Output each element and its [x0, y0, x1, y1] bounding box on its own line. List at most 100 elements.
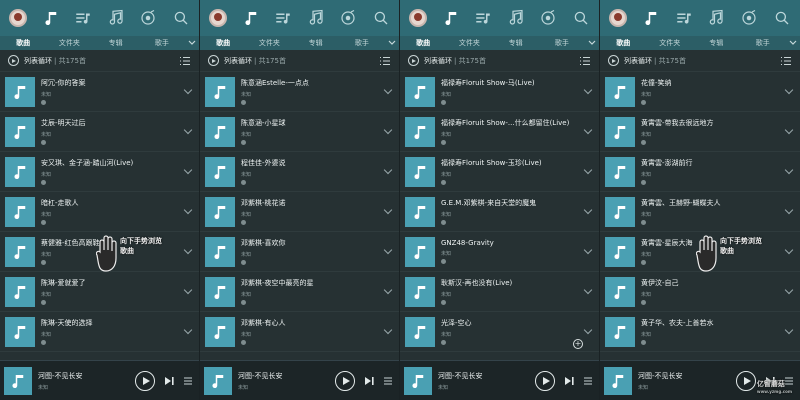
avatar[interactable] — [408, 8, 428, 28]
next-icon[interactable] — [163, 375, 175, 387]
tab-songs[interactable]: 歌曲 — [400, 38, 446, 48]
avatar[interactable] — [208, 8, 228, 28]
chevron-down-icon[interactable] — [585, 40, 599, 46]
music-note-icon[interactable] — [641, 8, 661, 28]
song-row[interactable]: 黄霄雲-带我去很远地方 未知 — [600, 112, 800, 152]
now-playing-cover[interactable] — [204, 366, 232, 395]
song-more-button[interactable] — [784, 325, 794, 337]
song-more-button[interactable] — [183, 325, 193, 337]
music-note-icon[interactable] — [41, 8, 61, 28]
radio-icon[interactable] — [739, 8, 759, 28]
next-icon[interactable] — [363, 375, 375, 387]
chevron-down-icon[interactable] — [786, 40, 800, 46]
tab-folders[interactable]: 文件夹 — [446, 38, 492, 48]
play-all-icon[interactable] — [208, 55, 219, 66]
song-more-button[interactable] — [383, 325, 393, 337]
radio-icon[interactable] — [538, 8, 558, 28]
song-list[interactable]: 福禄寿Floruit Show-马(Live) 未知 福禄寿Floruit Sh… — [400, 72, 599, 360]
song-more-button[interactable] — [183, 205, 193, 217]
song-row[interactable]: 邓紫棋-夜空中最亮的星 未知 — [200, 272, 399, 312]
multi-select-icon[interactable] — [579, 56, 591, 66]
song-row[interactable]: 光泽-空心 未知 — [400, 312, 599, 352]
dj-icon[interactable] — [706, 8, 726, 28]
play-button[interactable] — [535, 370, 555, 391]
song-row[interactable]: 艾辰-明天过后 未知 — [0, 112, 199, 152]
mini-player[interactable]: 河图-不见长安 未知 — [200, 360, 399, 400]
play-mode-label[interactable]: 列表循环 — [24, 56, 52, 66]
dj-icon[interactable] — [306, 8, 326, 28]
tab-artists[interactable]: 歌手 — [139, 38, 185, 48]
play-button[interactable] — [736, 370, 756, 391]
play-button[interactable] — [335, 370, 355, 391]
multi-select-icon[interactable] — [179, 56, 191, 66]
play-mode-label[interactable]: 列表循环 — [424, 56, 452, 66]
song-more-button[interactable] — [183, 125, 193, 137]
search-icon[interactable] — [571, 8, 591, 28]
multi-select-icon[interactable] — [780, 56, 792, 66]
now-playing-cover[interactable] — [604, 366, 632, 395]
song-row[interactable]: 陈琳-爱就爱了 未知 — [0, 272, 199, 312]
song-more-button[interactable] — [784, 205, 794, 217]
song-more-button[interactable] — [583, 205, 593, 217]
song-more-button[interactable] — [583, 85, 593, 97]
playlist-icon[interactable] — [674, 8, 694, 28]
tab-songs[interactable]: 歌曲 — [600, 38, 647, 48]
dj-icon[interactable] — [106, 8, 126, 28]
song-more-button[interactable] — [583, 125, 593, 137]
song-row[interactable]: 黄伊汶-自己 未知 — [600, 272, 800, 312]
song-more-button[interactable] — [183, 85, 193, 97]
song-row[interactable]: 耿斯汉-再也没有(Live) 未知 — [400, 272, 599, 312]
song-more-button[interactable] — [583, 165, 593, 177]
song-more-button[interactable] — [583, 325, 593, 337]
search-icon[interactable] — [371, 8, 391, 28]
song-row[interactable]: 陈琳-天使的选择 未知 — [0, 312, 199, 352]
tab-songs[interactable]: 歌曲 — [200, 38, 246, 48]
tab-artists[interactable]: 歌手 — [339, 38, 385, 48]
song-list[interactable]: 花僮-笑纳 未知 黄霄雲-带我去很远地方 未知 黄霄雲-澎湖前行 未知 黄霄雲、… — [600, 72, 800, 360]
song-more-button[interactable] — [784, 285, 794, 297]
queue-icon[interactable] — [383, 376, 393, 386]
song-row[interactable]: 安又琪、金子涵-踏山河(Live) 未知 — [0, 152, 199, 192]
now-playing-info[interactable]: 河图-不见长安 未知 — [38, 371, 135, 391]
song-row[interactable]: 陈意涵Estelle-一点点 未知 — [200, 72, 399, 112]
tab-artists[interactable]: 歌手 — [740, 38, 787, 48]
song-row[interactable]: 程佳佳-外婆说 未知 — [200, 152, 399, 192]
avatar[interactable] — [608, 8, 628, 28]
now-playing-info[interactable]: 河图-不见长安 未知 — [238, 371, 335, 391]
song-row[interactable]: G.E.M.邓紫棋-来自天堂的魔鬼 未知 — [400, 192, 599, 232]
play-mode-label[interactable]: 列表循环 — [624, 56, 652, 66]
song-more-button[interactable] — [383, 165, 393, 177]
tab-artists[interactable]: 歌手 — [539, 38, 585, 48]
song-list[interactable]: 陈意涵Estelle-一点点 未知 陈意涵-小星球 未知 程佳佳-外婆说 未知 — [200, 72, 399, 360]
song-more-button[interactable] — [784, 85, 794, 97]
song-row[interactable]: 黄霄雲-星辰大海 未知 — [600, 232, 800, 272]
search-icon[interactable] — [772, 8, 792, 28]
avatar[interactable] — [8, 8, 28, 28]
song-more-button[interactable] — [383, 205, 393, 217]
song-more-button[interactable] — [784, 245, 794, 257]
playlist-icon[interactable] — [273, 8, 293, 28]
tab-folders[interactable]: 文件夹 — [246, 38, 292, 48]
song-more-button[interactable] — [383, 285, 393, 297]
next-icon[interactable] — [563, 375, 575, 387]
song-row[interactable]: 黄霄雲-澎湖前行 未知 — [600, 152, 800, 192]
chevron-down-icon[interactable] — [385, 40, 399, 46]
tab-albums[interactable]: 专辑 — [493, 38, 539, 48]
mini-player[interactable]: 河图-不见长安 未知 — [400, 360, 599, 400]
music-note-icon[interactable] — [441, 8, 461, 28]
song-row[interactable]: 邓紫棋-喜欢你 未知 — [200, 232, 399, 272]
tab-folders[interactable]: 文件夹 — [46, 38, 92, 48]
chevron-down-icon[interactable] — [185, 40, 199, 46]
queue-icon[interactable] — [183, 376, 193, 386]
song-more-button[interactable] — [183, 165, 193, 177]
play-all-icon[interactable] — [8, 55, 19, 66]
now-playing-info[interactable]: 河图-不见长安 未知 — [438, 371, 535, 391]
now-playing-info[interactable]: 河图-不见长安 未知 — [638, 371, 736, 391]
song-more-button[interactable] — [183, 245, 193, 257]
song-more-button[interactable] — [583, 245, 593, 257]
tab-songs[interactable]: 歌曲 — [0, 38, 46, 48]
song-row[interactable]: 福禄寿Floruit Show-马(Live) 未知 — [400, 72, 599, 112]
song-more-button[interactable] — [183, 285, 193, 297]
song-row[interactable]: 黄子华、农夫-上善若水 未知 — [600, 312, 800, 352]
playlist-icon[interactable] — [73, 8, 93, 28]
